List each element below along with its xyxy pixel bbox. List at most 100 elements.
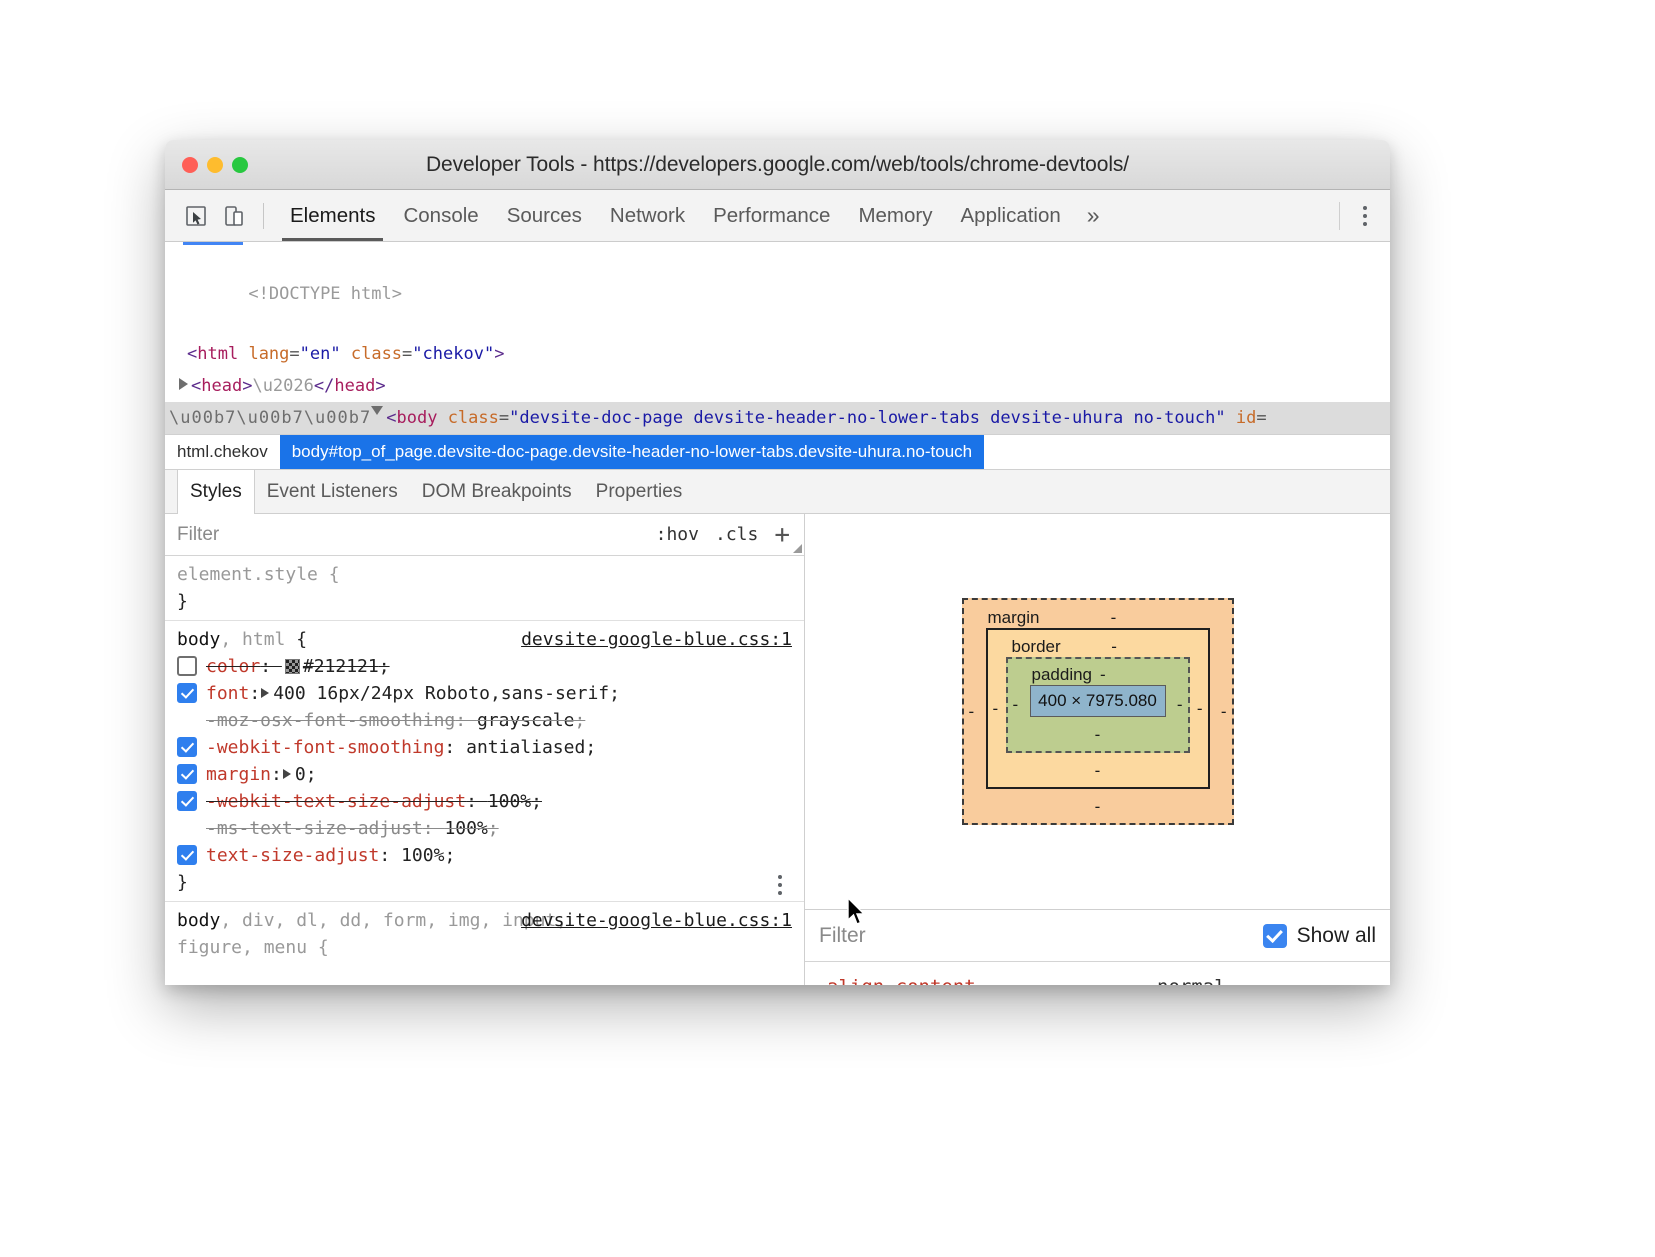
computed-filter-input[interactable]: Filter: [819, 924, 866, 948]
box-model-border-top-value[interactable]: -: [1111, 637, 1117, 657]
css-property-webkit-font-smoothing[interactable]: -webkit-font-smoothing: antialiased;: [165, 734, 804, 761]
property-toggle-checkbox[interactable]: [177, 656, 197, 676]
hov-toggle-button[interactable]: :hov: [656, 524, 699, 545]
property-value[interactable]: 400 16px/24px Roboto,sans-serif: [273, 683, 609, 704]
tab-console[interactable]: Console: [389, 190, 492, 241]
box-model-margin-left-value[interactable]: -: [969, 702, 975, 722]
stylesheet-origin-link[interactable]: devsite-google-blue.css:1: [521, 907, 792, 934]
stylesheet-origin-link[interactable]: devsite-google-blue.css:1: [521, 626, 792, 653]
property-value[interactable]: 0: [295, 764, 306, 785]
box-model-padding[interactable]: padding - - - 400 × 7975.080 -: [1006, 657, 1190, 753]
css-property-webkit-text-size-adjust[interactable]: -webkit-text-size-adjust: 100%;: [165, 788, 804, 815]
dom-line-head[interactable]: <head>\u2026</head>: [165, 370, 1390, 402]
property-value[interactable]: 100%: [488, 791, 531, 812]
css-rule-body-html[interactable]: body, html { devsite-google-blue.css:1 c…: [165, 621, 804, 902]
css-rule-selector[interactable]: element.style {: [165, 561, 804, 588]
scroll-ellipsis[interactable]: \u00b7\u00b7\u00b7: [169, 408, 371, 428]
tab-network[interactable]: Network: [596, 190, 699, 241]
css-property-font[interactable]: font:400 16px/24px Roboto,sans-serif;: [165, 680, 804, 707]
tab-dom-breakpoints[interactable]: DOM Breakpoints: [410, 470, 584, 513]
css-property-margin[interactable]: margin:0;: [165, 761, 804, 788]
minimize-window-button[interactable]: [207, 157, 223, 173]
box-model-border-bottom-value[interactable]: -: [988, 761, 1208, 781]
box-model-border[interactable]: border - - - padding - - -: [986, 628, 1210, 789]
rule-overflow-menu-icon[interactable]: [778, 875, 782, 895]
tab-styles[interactable]: Styles: [177, 470, 255, 514]
breadcrumb-item-body[interactable]: body#top_of_page.devsite-doc-page.devsit…: [280, 435, 984, 469]
selector-comma: ,: [220, 629, 242, 650]
dom-tree-panel[interactable]: <!DOCTYPE html> <html lang="en" class="c…: [165, 242, 1390, 434]
tab-event-listeners[interactable]: Event Listeners: [255, 470, 410, 513]
css-rule-selector[interactable]: body, div, dl, dd, form, img, input, dev…: [165, 907, 804, 934]
close-window-button[interactable]: [182, 157, 198, 173]
css-property-text-size-adjust[interactable]: text-size-adjust: 100%;: [165, 842, 804, 869]
tab-performance-label: Performance: [713, 204, 830, 228]
more-tabs-chevron-icon[interactable]: »: [1075, 190, 1112, 241]
property-value[interactable]: 100%: [401, 845, 444, 866]
css-rule-body-div-dl[interactable]: body, div, dl, dd, form, img, input, dev…: [165, 902, 804, 966]
tab-properties[interactable]: Properties: [584, 470, 695, 513]
property-toggle-checkbox[interactable]: [177, 737, 197, 757]
css-rule-selector-line2[interactable]: figure, menu {: [165, 934, 804, 961]
dom-line-doctype[interactable]: <!DOCTYPE html>: [165, 250, 1390, 338]
property-toggle-checkbox[interactable]: [177, 764, 197, 784]
toolbar-divider-right: [1339, 202, 1340, 230]
computed-properties-list[interactable]: align-content normal align-items normal: [805, 962, 1390, 985]
property-toggle-checkbox[interactable]: [177, 791, 197, 811]
box-model-border-right-value[interactable]: -: [1197, 699, 1203, 719]
box-model-padding-left-value[interactable]: -: [1013, 695, 1019, 715]
expand-head-triangle-icon[interactable]: [179, 378, 188, 390]
window-titlebar: Developer Tools - https://developers.goo…: [165, 140, 1390, 190]
tab-memory[interactable]: Memory: [844, 190, 946, 241]
property-value[interactable]: 100%: [444, 818, 487, 839]
css-rule-element-style[interactable]: element.style { }: [165, 556, 804, 621]
box-model-padding-right-value[interactable]: -: [1177, 695, 1183, 715]
collapse-body-triangle-icon[interactable]: [371, 406, 383, 421]
resize-corner-icon[interactable]: [793, 544, 802, 553]
breadcrumb-item-html[interactable]: html.chekov: [165, 435, 280, 469]
tab-sources[interactable]: Sources: [493, 190, 596, 241]
css-property-moz-osx-font-smoothing[interactable]: -moz-osx-font-smoothing: grayscale;: [165, 707, 804, 734]
property-value[interactable]: #212121: [303, 656, 379, 677]
device-toolbar-icon[interactable]: [217, 199, 251, 233]
open-brace: {: [296, 629, 307, 650]
tab-elements[interactable]: Elements: [276, 190, 389, 241]
styles-filter-input[interactable]: Filter: [177, 524, 219, 546]
body-class-attr-name: class: [448, 408, 499, 428]
expand-shorthand-triangle-icon[interactable]: [283, 769, 291, 779]
css-property-ms-text-size-adjust[interactable]: -ms-text-size-adjust: 100%;: [165, 815, 804, 842]
inspect-cursor-icon[interactable]: [179, 199, 213, 233]
box-model-margin-right-value[interactable]: -: [1221, 702, 1227, 722]
css-rule-selector[interactable]: body, html { devsite-google-blue.css:1: [165, 626, 804, 653]
box-model-padding-bottom-value[interactable]: -: [1008, 725, 1188, 745]
css-property-color[interactable]: color: #212121;: [165, 653, 804, 680]
property-value[interactable]: antialiased: [466, 737, 585, 758]
tab-performance[interactable]: Performance: [699, 190, 844, 241]
box-model-padding-top-value[interactable]: -: [1100, 665, 1106, 685]
box-model-margin[interactable]: margin - - - border - - -: [962, 598, 1234, 825]
box-model-margin-bottom-value[interactable]: -: [964, 797, 1232, 817]
property-name: -webkit-font-smoothing: [206, 737, 444, 758]
box-model-content-size[interactable]: 400 × 7975.080: [1030, 685, 1166, 717]
zoom-window-button[interactable]: [232, 157, 248, 173]
kebab-menu-icon[interactable]: [1350, 206, 1380, 226]
cls-toggle-button[interactable]: .cls: [715, 524, 758, 545]
new-style-rule-button[interactable]: +: [774, 522, 790, 548]
dom-line-html[interactable]: <html lang="en" class="chekov">: [165, 338, 1390, 370]
tab-application[interactable]: Application: [947, 190, 1075, 241]
html-class-attr-value: "chekov": [412, 344, 494, 364]
box-model-border-left-value[interactable]: -: [993, 699, 999, 719]
computed-filter-row: Filter Show all: [805, 910, 1390, 962]
dom-line-body[interactable]: \u00b7\u00b7\u00b7<body class="devsite-d…: [165, 402, 1390, 434]
property-toggle-checkbox[interactable]: [177, 845, 197, 865]
property-toggle-checkbox[interactable]: [177, 683, 197, 703]
color-swatch-icon[interactable]: [285, 659, 300, 674]
html-lang-attr-value: "en": [300, 344, 341, 364]
computed-row[interactable]: align-content normal: [805, 968, 1390, 985]
box-model-margin-top-value[interactable]: -: [1111, 608, 1117, 628]
traffic-light-buttons[interactable]: [165, 157, 248, 173]
expand-shorthand-triangle-icon[interactable]: [261, 688, 269, 698]
show-all-checkbox[interactable]: [1263, 924, 1287, 948]
show-all-toggle[interactable]: Show all: [1263, 924, 1376, 948]
property-value[interactable]: grayscale: [477, 710, 575, 731]
